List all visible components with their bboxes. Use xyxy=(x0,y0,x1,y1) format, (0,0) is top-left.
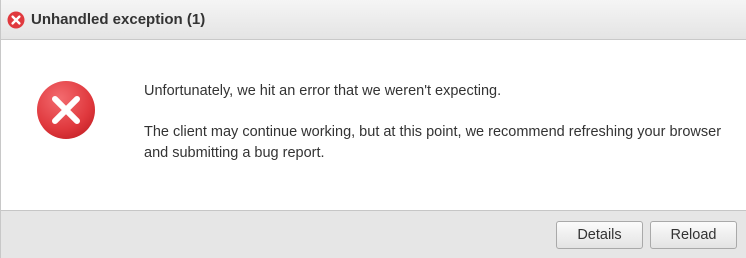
error-message-line2: The client may continue working, but at … xyxy=(144,124,722,161)
error-x-icon xyxy=(36,80,96,140)
error-dialog: Unhandled exception (1) Unfortunately, w… xyxy=(0,0,746,258)
dialog-footer: Details Reload xyxy=(1,210,746,258)
dialog-titlebar: Unhandled exception (1) xyxy=(1,0,746,40)
error-message-line1: Unfortunately, we hit an error that we w… xyxy=(144,83,502,99)
error-message: Unfortunately, we hit an error that we w… xyxy=(144,81,724,164)
reload-button[interactable]: Reload xyxy=(650,221,737,249)
error-circle-icon xyxy=(7,11,25,29)
dialog-title: Unhandled exception (1) xyxy=(31,11,206,28)
details-button[interactable]: Details xyxy=(556,221,643,249)
